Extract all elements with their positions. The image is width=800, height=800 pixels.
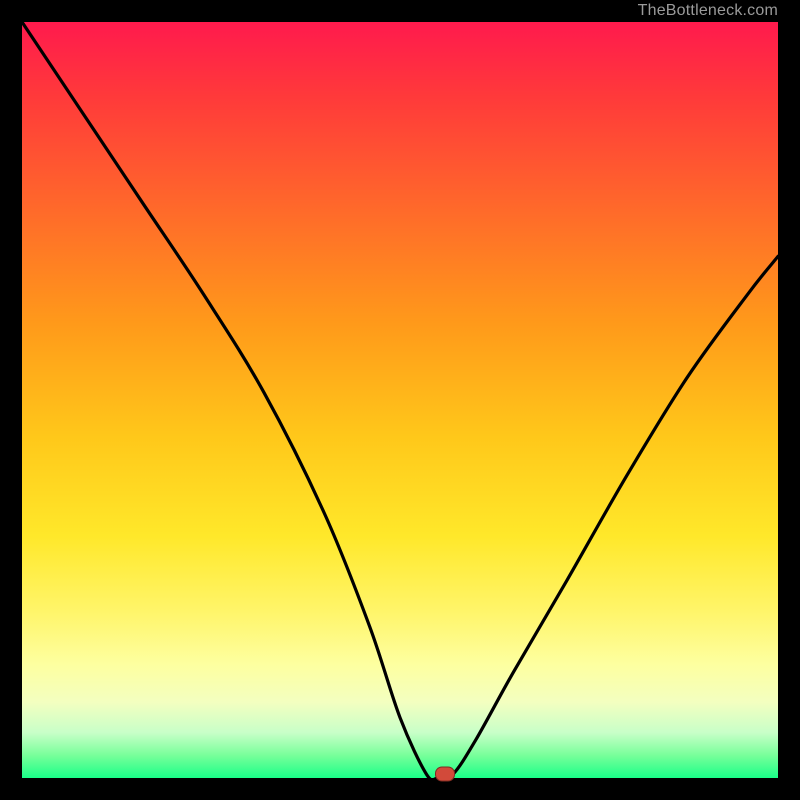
bottleneck-curve	[22, 22, 778, 778]
watermark-label: TheBottleneck.com	[638, 0, 778, 22]
chart-frame: TheBottleneck.com	[0, 0, 800, 800]
optimal-point-marker	[435, 767, 455, 782]
plot-area	[22, 22, 778, 778]
